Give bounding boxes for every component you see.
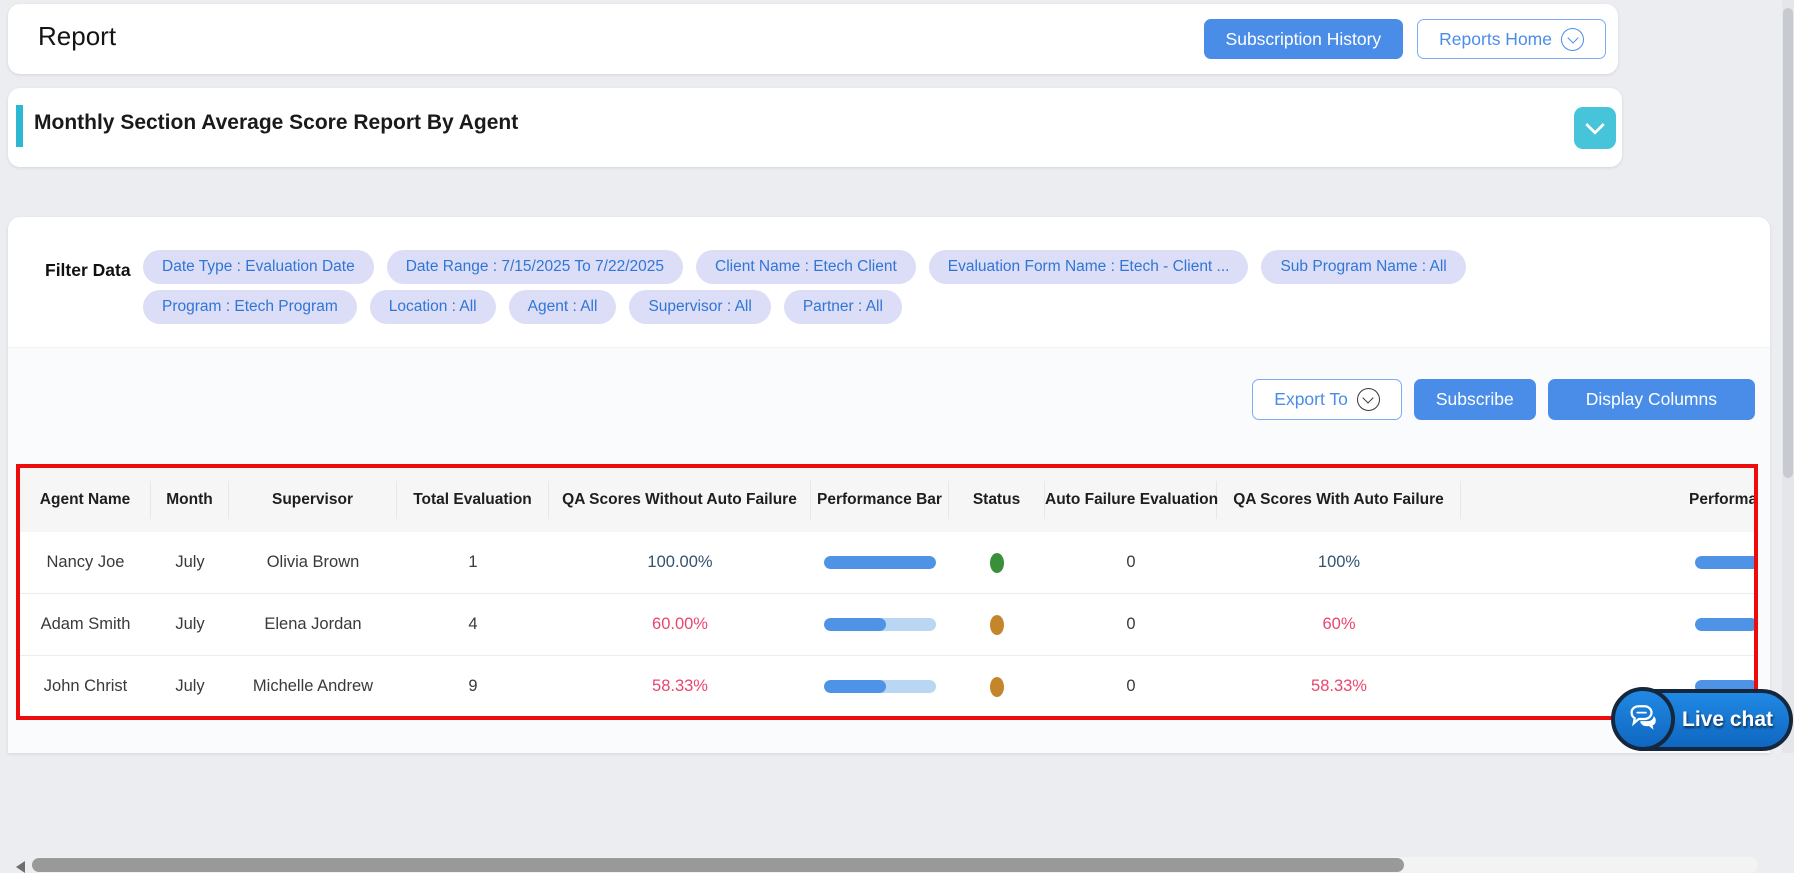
month-cell: July: [151, 615, 229, 634]
performance-bar-cell: [811, 556, 949, 569]
filter-chip[interactable]: Date Type : Evaluation Date: [143, 250, 374, 284]
performance-bar: [824, 618, 936, 631]
total-evaluation-cell: 4: [397, 615, 549, 634]
table-toolbar: Export To Subscribe Display Columns: [1252, 379, 1755, 420]
horizontal-scrollbar-track: [32, 857, 1758, 873]
performance-bar-cell: [811, 618, 949, 631]
filter-chip[interactable]: Agent : All: [509, 290, 617, 324]
column-header-status[interactable]: Status: [949, 481, 1045, 519]
supervisor-cell: Elena Jordan: [229, 615, 397, 634]
qa-score-without-auto-failure-cell: 100.00%: [549, 553, 811, 572]
filter-chip[interactable]: Date Range : 7/15/2025 To 7/22/2025: [387, 250, 683, 284]
column-header-supervisor[interactable]: Supervisor: [229, 481, 397, 519]
agent-name-cell: Adam Smith: [20, 615, 151, 634]
page-title: Report: [38, 21, 116, 52]
chevron-down-circle-icon: [1561, 28, 1584, 51]
qa-score-with-auto-failure-cell: 60%: [1217, 615, 1461, 634]
filter-chip[interactable]: Evaluation Form Name : Etech - Client ..…: [929, 250, 1249, 284]
filter-chip[interactable]: Program : Etech Program: [143, 290, 357, 324]
chat-bubbles-icon: [1611, 687, 1675, 751]
status-dot-icon: [990, 677, 1004, 697]
export-to-label: Export To: [1274, 389, 1348, 410]
subscription-history-label: Subscription History: [1226, 29, 1382, 50]
display-columns-button[interactable]: Display Columns: [1548, 379, 1755, 420]
report-section-title: Monthly Section Average Score Report By …: [34, 111, 518, 135]
auto-failure-evaluation-cell: 0: [1045, 615, 1217, 634]
column-header-month[interactable]: Month: [151, 481, 229, 519]
export-to-button[interactable]: Export To: [1252, 379, 1402, 420]
table-section: Export To Subscribe Display Columns Agen…: [8, 347, 1770, 753]
table-body: Nancy JoeJulyOlivia Brown1100.00%0100%Ad…: [20, 532, 1758, 717]
qa-score-without-auto-failure-cell: 60.00%: [549, 615, 811, 634]
table-row: John ChristJulyMichelle Andrew958.33%058…: [20, 656, 1758, 717]
performance-bar: [1695, 556, 1758, 569]
top-bar-buttons: Subscription History Reports Home: [1204, 19, 1606, 59]
subscribe-label: Subscribe: [1436, 389, 1514, 410]
month-cell: July: [151, 553, 229, 572]
auto-failure-evaluation-cell: 0: [1045, 553, 1217, 572]
status-dot-icon: [990, 553, 1004, 573]
performance-bar-cell: [811, 680, 949, 693]
column-header-qa-scores-without-auto-failure[interactable]: QA Scores Without Auto Failure: [549, 481, 811, 519]
performance-bar: [1695, 618, 1758, 631]
report-table: Agent NameMonthSupervisorTotal Evaluatio…: [20, 468, 1758, 717]
column-header-performance-bar[interactable]: Performance Bar: [1461, 481, 1758, 519]
table-row: Adam SmithJulyElena Jordan460.00% 060%: [20, 594, 1758, 656]
display-columns-label: Display Columns: [1586, 389, 1717, 410]
performance-bar-with-auto-failure-cell: [1461, 618, 1758, 631]
performance-bar: [824, 680, 936, 693]
column-header-qa-scores-with-auto-failure[interactable]: QA Scores With Auto Failure: [1217, 481, 1461, 519]
total-evaluation-cell: 1: [397, 553, 549, 572]
supervisor-cell: Michelle Andrew: [229, 677, 397, 696]
agent-name-cell: Nancy Joe: [20, 553, 151, 572]
live-chat-label: Live chat: [1682, 708, 1773, 732]
performance-bar-with-auto-failure-cell: [1461, 556, 1758, 569]
subscribe-button[interactable]: Subscribe: [1414, 379, 1536, 420]
filter-chip[interactable]: Client Name : Etech Client: [696, 250, 916, 284]
vertical-scrollbar-thumb[interactable]: [1783, 8, 1793, 478]
filter-chip[interactable]: Sub Program Name : All: [1261, 250, 1465, 284]
report-title-card: Monthly Section Average Score Report By …: [8, 88, 1622, 167]
column-header-total-evaluation[interactable]: Total Evaluation: [397, 481, 549, 519]
reports-home-label: Reports Home: [1439, 29, 1552, 50]
subscription-history-button[interactable]: Subscription History: [1204, 19, 1404, 59]
qa-score-without-auto-failure-cell: 58.33%: [549, 677, 811, 696]
table-highlight-annotation: Agent NameMonthSupervisorTotal Evaluatio…: [16, 464, 1758, 720]
collapse-section-button[interactable]: [1574, 107, 1616, 149]
status-cell: [949, 677, 1045, 697]
accent-bar: [16, 105, 23, 147]
filter-chip[interactable]: Location : All: [370, 290, 496, 324]
table-header-row: Agent NameMonthSupervisorTotal Evaluatio…: [20, 468, 1758, 532]
live-chat-button[interactable]: Live chat: [1612, 689, 1793, 751]
qa-score-with-auto-failure-cell: 58.33%: [1217, 677, 1461, 696]
filter-data-label: Filter Data: [45, 260, 131, 281]
performance-bar: [824, 556, 936, 569]
column-header-performance-bar[interactable]: Performance Bar: [811, 481, 949, 519]
supervisor-cell: Olivia Brown: [229, 553, 397, 572]
chevron-down-circle-icon: [1357, 388, 1380, 411]
vertical-scrollbar-track: [1782, 0, 1794, 753]
filter-chip-row-1: Date Type : Evaluation Date Date Range : …: [143, 250, 1466, 284]
filter-chip-row-2: Program : Etech Program Location : All Age…: [143, 290, 902, 324]
table-row: Nancy JoeJulyOlivia Brown1100.00% 0100%: [20, 532, 1758, 594]
month-cell: July: [151, 677, 229, 696]
status-cell: [949, 553, 1045, 573]
filter-chip[interactable]: Partner : All: [784, 290, 902, 324]
reports-home-button[interactable]: Reports Home: [1417, 19, 1606, 59]
column-header-auto-failure-evaluation[interactable]: Auto Failure Evaluation: [1045, 481, 1217, 519]
scroll-left-arrow-icon[interactable]: [16, 861, 25, 873]
horizontal-scrollbar-thumb[interactable]: [32, 858, 1404, 872]
filter-chip[interactable]: Supervisor : All: [629, 290, 770, 324]
status-dot-icon: [990, 615, 1004, 635]
qa-score-with-auto-failure-cell: 100%: [1217, 553, 1461, 572]
total-evaluation-cell: 9: [397, 677, 549, 696]
top-bar: Report Subscription History Reports Home: [8, 4, 1618, 74]
auto-failure-evaluation-cell: 0: [1045, 677, 1217, 696]
status-cell: [949, 615, 1045, 635]
agent-name-cell: John Christ: [20, 677, 151, 696]
report-content-card: Filter Data Date Type : Evaluation DateD…: [8, 217, 1770, 753]
column-header-agent-name[interactable]: Agent Name: [20, 481, 151, 519]
